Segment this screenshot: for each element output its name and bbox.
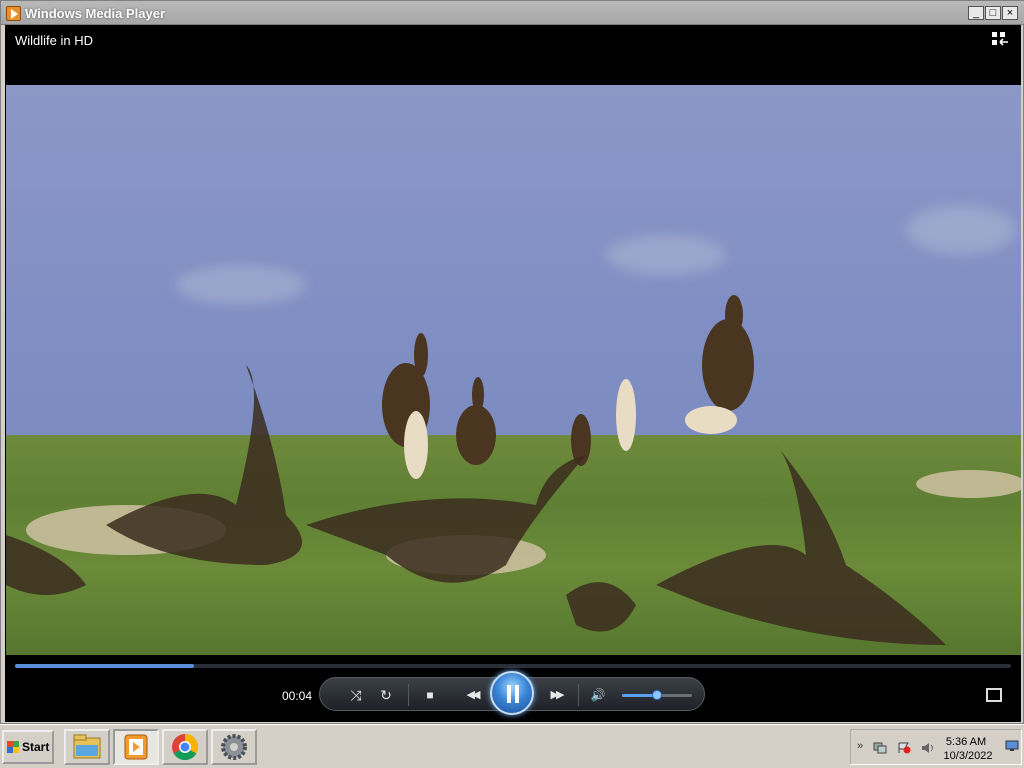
seek-bar[interactable] <box>15 664 1011 668</box>
show-hidden-icons-icon[interactable]: » <box>853 740 867 752</box>
video-birds <box>6 295 946 645</box>
close-button[interactable]: × <box>1002 6 1018 20</box>
pause-icon <box>506 685 520 703</box>
stop-button[interactable]: ■ <box>420 686 440 704</box>
chrome-icon <box>172 733 199 761</box>
media-title: Wildlife in HD <box>15 33 94 48</box>
windows-media-player-icon <box>124 734 148 760</box>
taskbar: Start » 5:36 AM 10/3/2022 <box>0 724 1024 768</box>
speaker-icon[interactable] <box>921 742 935 754</box>
volume-slider[interactable] <box>622 690 692 700</box>
control-divider <box>578 684 579 706</box>
file-explorer-icon <box>73 734 101 759</box>
next-button[interactable]: ▶▶ <box>542 686 570 704</box>
windows-logo-icon <box>7 741 19 753</box>
video-frame[interactable] <box>6 85 1021 655</box>
mute-button[interactable]: 🔊 <box>588 686 608 704</box>
chrome-button[interactable] <box>162 729 208 765</box>
clock-date[interactable]: 10/3/2022 <box>943 750 993 762</box>
pause-button[interactable] <box>490 671 534 715</box>
minimize-button[interactable]: _ <box>968 6 984 20</box>
file-explorer-button[interactable] <box>64 729 110 765</box>
media-player-app-icon <box>6 6 21 21</box>
desktop-icon[interactable] <box>1005 740 1019 752</box>
shuffle-icon[interactable]: ⤨ <box>346 686 366 704</box>
switch-to-library-icon[interactable] <box>991 31 1009 47</box>
media-player-window: Windows Media Player _ □ × Wildlife in H… <box>0 0 1024 724</box>
network-icon[interactable] <box>873 742 887 754</box>
fullscreen-icon[interactable] <box>986 688 1002 702</box>
volume-slider-thumb[interactable] <box>652 690 662 700</box>
control-divider <box>408 684 409 706</box>
title-bar[interactable]: Windows Media Player _ □ × <box>1 1 1024 25</box>
now-playing-view: Wildlife in HD 00:04 ⤨ ↻ ■ ◀◀ ▶▶ 🔊 <box>5 25 1021 722</box>
elapsed-time: 00:04 <box>282 689 313 703</box>
settings-button[interactable] <box>211 729 257 765</box>
clock-time[interactable]: 5:36 AM <box>943 736 989 748</box>
seek-bar-progress <box>15 664 195 668</box>
window-title: Windows Media Player <box>25 6 166 21</box>
previous-button[interactable]: ◀◀ <box>458 686 486 704</box>
repeat-icon[interactable]: ↻ <box>376 686 396 704</box>
start-label: Start <box>22 740 50 754</box>
start-button[interactable]: Start <box>2 730 54 764</box>
action-center-flag-icon[interactable] <box>897 742 911 754</box>
settings-gear-icon <box>221 734 247 760</box>
windows-media-player-button[interactable] <box>113 729 159 765</box>
system-tray: » 5:36 AM 10/3/2022 <box>850 729 1022 765</box>
maximize-button[interactable]: □ <box>985 6 1001 20</box>
